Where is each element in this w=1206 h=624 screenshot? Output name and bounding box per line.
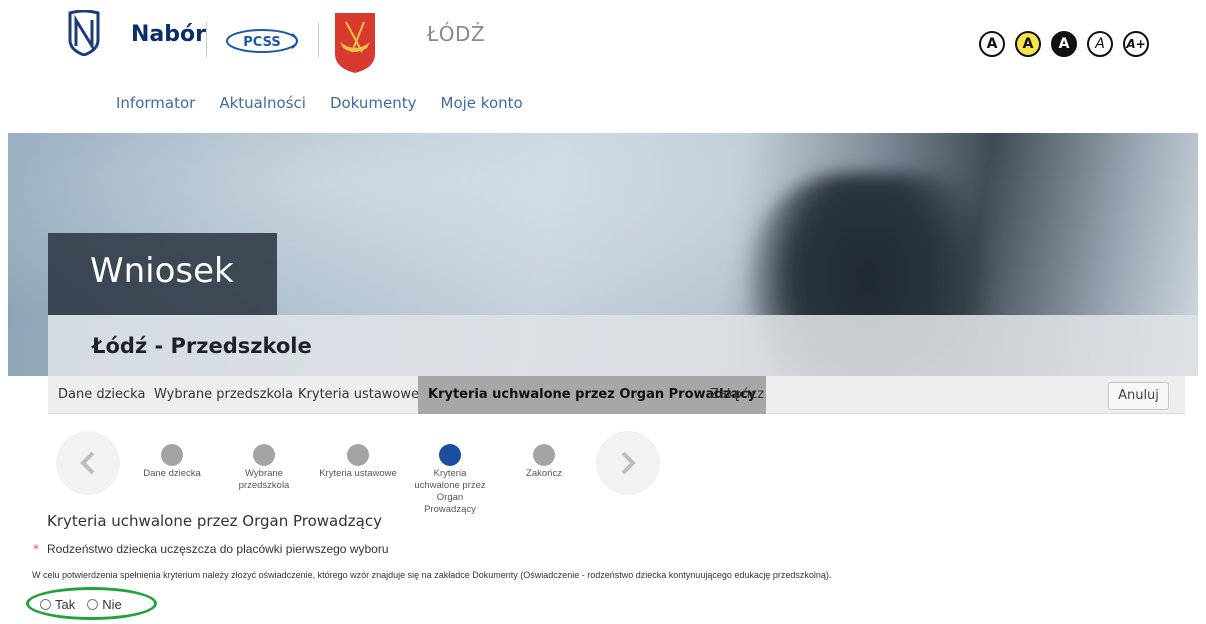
divider — [206, 22, 207, 58]
chevron-left-icon — [80, 451, 95, 475]
page-subtitle-bar: Łódź - Przedszkole — [48, 315, 1198, 376]
criterion-label: Rodzeństwo dziecka uczęszcza do placówki… — [47, 542, 389, 556]
lodz-crest-icon[interactable] — [334, 12, 376, 74]
section-title: Kryteria uchwalone przez Organ Prowadząc… — [47, 512, 382, 530]
step-wybrane-przedszkola[interactable]: Wybrane przedszkola — [229, 444, 299, 492]
step-kryteria-uchwalone[interactable]: Kryteria uchwalone przez Organ Prowadząc… — [404, 444, 496, 516]
tab-dane-dziecka[interactable]: Dane dziecka — [58, 376, 145, 414]
prev-step-button[interactable] — [56, 431, 120, 495]
page-title: Wniosek — [90, 251, 234, 291]
step-label: Dane dziecka — [143, 468, 201, 479]
pcss-logo-text: PCSS — [243, 35, 280, 50]
required-marker: * — [33, 542, 39, 556]
step-kryteria-ustawowe[interactable]: Kryteria ustawowe — [312, 444, 404, 480]
step-zakoncz[interactable]: Zakończ — [514, 444, 574, 480]
step-label: Kryteria ustawowe — [319, 468, 397, 479]
step-dot — [347, 444, 369, 466]
contrast-yellow-button[interactable]: A — [1015, 31, 1041, 57]
font-larger-button[interactable]: A+ — [1123, 31, 1149, 57]
city-name: ŁÓDŹ — [427, 22, 486, 46]
nabor-logo-icon[interactable] — [67, 10, 101, 56]
brand-name[interactable]: Nabór — [131, 22, 206, 47]
nav-moje-konto[interactable]: Moje konto — [441, 94, 523, 112]
page-title-box: Wniosek — [48, 233, 277, 315]
tab-wybrane-przedszkola[interactable]: Wybrane przedszkola — [154, 376, 293, 414]
tab-kryteria-ustawowe[interactable]: Kryteria ustawowe — [298, 376, 419, 414]
tab-zakoncz[interactable]: Zakończ — [710, 376, 764, 414]
step-dot — [533, 444, 555, 466]
divider — [318, 22, 319, 58]
page-header: Nabór PCSS ŁÓDŹ A A A A A+ Informator Ak… — [0, 0, 1206, 125]
nav-dokumenty[interactable]: Dokumenty — [330, 94, 417, 112]
nav-aktualnosci[interactable]: Aktualności — [219, 94, 306, 112]
hero-banner: Wniosek Łódź - Przedszkole — [8, 133, 1198, 376]
pcss-logo-icon[interactable]: PCSS — [224, 28, 302, 54]
step-dot — [439, 444, 461, 466]
next-step-button[interactable] — [596, 431, 660, 495]
cancel-button[interactable]: Anuluj — [1108, 382, 1169, 410]
nav-informator[interactable]: Informator — [116, 94, 195, 112]
step-dane-dziecka[interactable]: Dane dziecka — [137, 444, 207, 480]
contrast-default-button[interactable]: A — [979, 31, 1005, 57]
accessibility-controls: A A A A A+ — [979, 31, 1149, 57]
step-dot — [161, 444, 183, 466]
step-label: Wybrane przedszkola — [238, 468, 290, 491]
criterion-info: W celu potwierdzenia spełnienia kryteriu… — [32, 570, 832, 580]
font-normal-button[interactable]: A — [1087, 31, 1113, 57]
step-label: Zakończ — [526, 468, 562, 479]
annotation-highlight-ellipse — [26, 587, 157, 620]
step-label: Kryteria uchwalone przez Organ Prowadząc… — [414, 468, 486, 515]
main-nav: Informator Aktualności Dokumenty Moje ko… — [116, 94, 547, 112]
contrast-black-button[interactable]: A — [1051, 31, 1077, 57]
step-dot — [253, 444, 275, 466]
chevron-right-icon — [621, 451, 636, 475]
page-subtitle: Łódź - Przedszkole — [92, 334, 312, 358]
wizard-tabs: Dane dziecka Wybrane przedszkola Kryteri… — [48, 376, 1185, 414]
